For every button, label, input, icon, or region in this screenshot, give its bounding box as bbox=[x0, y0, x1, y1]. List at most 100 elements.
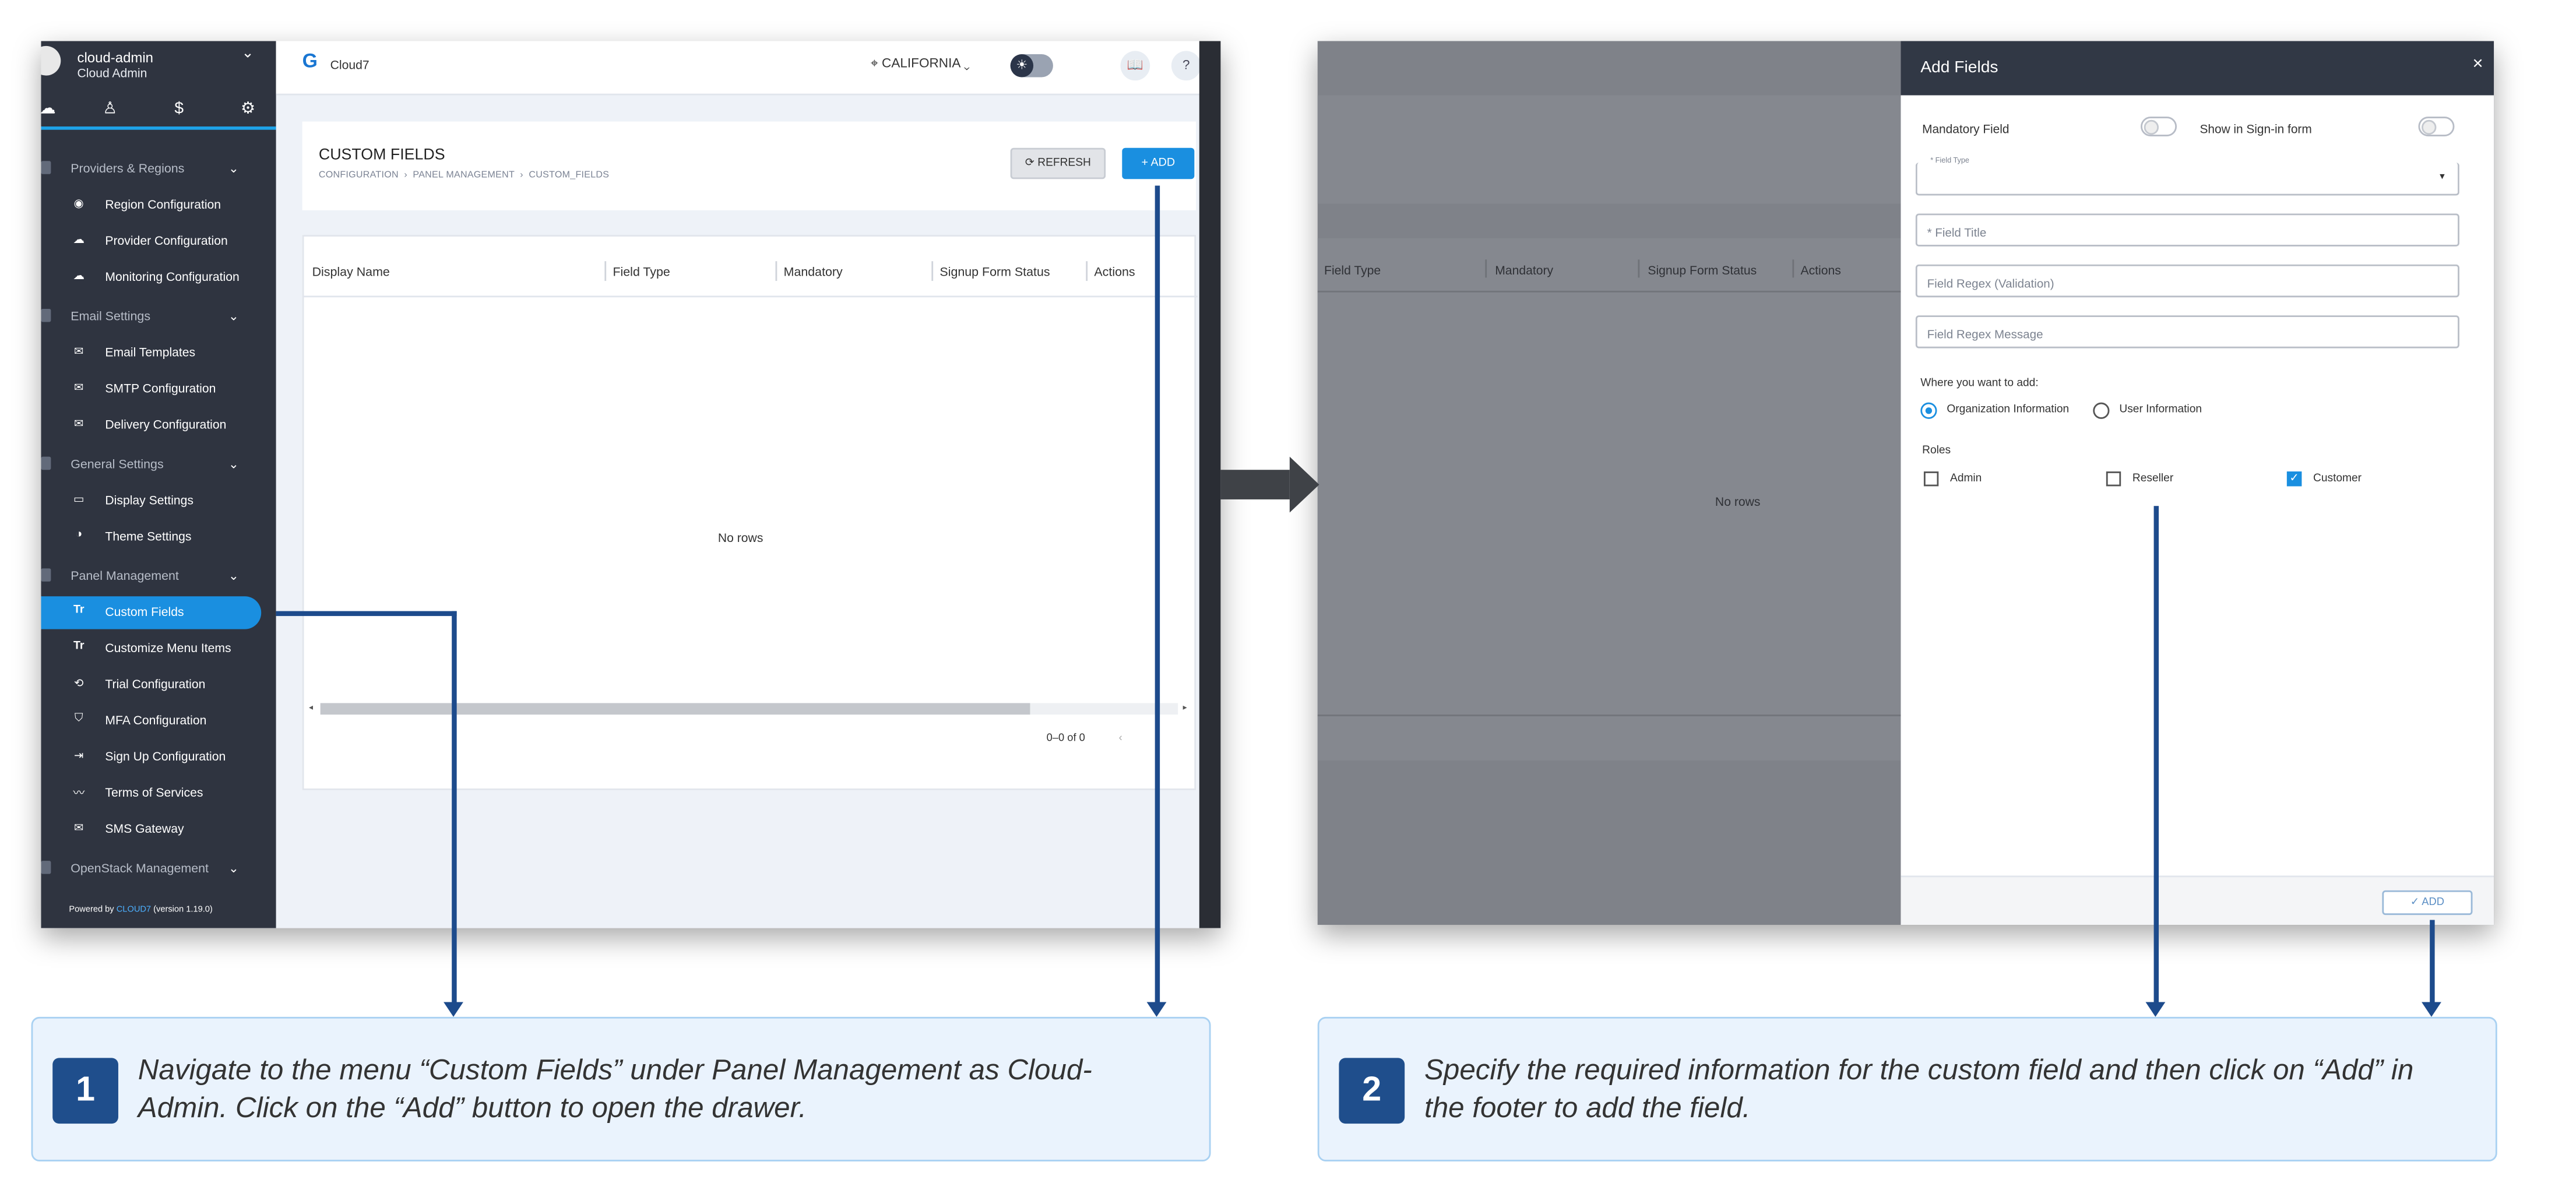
refresh-icon: ⟳ bbox=[1025, 157, 1034, 170]
sidebar-item-custom-fields[interactable]: Custom Fields bbox=[105, 604, 184, 619]
column-header[interactable]: Signup Form Status bbox=[939, 265, 1050, 279]
column-separator[interactable] bbox=[1086, 261, 1088, 281]
toggle-knob bbox=[2144, 119, 2159, 135]
connector-arrowhead bbox=[444, 1002, 463, 1017]
column-header[interactable]: Display Name bbox=[312, 265, 390, 279]
column-separator[interactable] bbox=[775, 261, 777, 281]
breadcrumb-item: CUSTOM_FIELDS bbox=[529, 171, 610, 181]
text-field-icon: Tr bbox=[73, 604, 85, 617]
sidebar-group-openstack-management[interactable]: OpenStack Management ⌄ bbox=[71, 861, 239, 875]
group-icon bbox=[41, 308, 51, 322]
empty-state: No rows bbox=[717, 530, 763, 545]
column-header: Actions bbox=[1800, 263, 1841, 278]
horizontal-scrollbar[interactable] bbox=[320, 703, 1178, 715]
user-name: cloud-admin bbox=[77, 49, 154, 66]
footer-brand[interactable]: CLOUD7 bbox=[117, 905, 151, 915]
step-number: 2 bbox=[1339, 1058, 1405, 1124]
column-header[interactable]: Field Type bbox=[613, 265, 670, 279]
breadcrumb-item[interactable]: PANEL MANAGEMENT bbox=[413, 171, 514, 181]
sidebar-item-delivery-configuration[interactable]: Delivery Configuration bbox=[105, 417, 226, 432]
docs-icon[interactable]: 📖 bbox=[1120, 51, 1150, 81]
dimmed-footer bbox=[1317, 714, 1901, 761]
sidebar-group-general-settings[interactable]: General Settings ⌄ bbox=[71, 457, 239, 471]
page-header-card: CUSTOM FIELDS CONFIGURATION › PANEL MANA… bbox=[302, 121, 1196, 210]
group-label: Panel Management bbox=[71, 568, 179, 583]
help-icon[interactable]: ? bbox=[1171, 51, 1201, 81]
breadcrumb: CONFIGURATION › PANEL MANAGEMENT › CUSTO… bbox=[318, 171, 610, 181]
dropdown-arrow-icon: ▾ bbox=[2440, 172, 2445, 182]
dollar-icon[interactable]: $ bbox=[168, 98, 191, 121]
shield-icon: ⛉ bbox=[74, 713, 83, 725]
add-button[interactable]: + ADD bbox=[1122, 147, 1195, 179]
mail-icon: ✉ bbox=[74, 346, 84, 358]
toggle-knob bbox=[2422, 119, 2437, 135]
checkbox-customer[interactable]: ✓ bbox=[2286, 471, 2302, 487]
scroll-right-icon[interactable]: ▸ bbox=[1183, 703, 1187, 713]
connector-arrowhead bbox=[2422, 1002, 2441, 1017]
scrollbar-thumb[interactable] bbox=[320, 703, 1030, 715]
sidebar-group-email-settings[interactable]: Email Settings ⌄ bbox=[71, 309, 239, 323]
sidebar-item-display-settings[interactable]: Display Settings bbox=[105, 493, 193, 508]
user-menu[interactable]: cloud-admin Cloud Admin ⌄ bbox=[41, 41, 276, 90]
connector-line bbox=[1155, 185, 1160, 1002]
gear-icon[interactable]: ⚙ bbox=[237, 98, 259, 121]
dimmed-header bbox=[1317, 95, 1901, 204]
drawer-add-button[interactable]: ✓ ADD bbox=[2382, 890, 2473, 916]
field-title-input[interactable]: * Field Title bbox=[1915, 213, 2459, 247]
breadcrumb-item[interactable]: CONFIGURATION bbox=[319, 171, 399, 181]
checkbox-reseller[interactable] bbox=[2106, 471, 2121, 487]
sidebar-item-mfa-configuration[interactable]: MFA Configuration bbox=[105, 713, 206, 727]
sidebar-item-trial-configuration[interactable]: Trial Configuration bbox=[105, 677, 205, 691]
cloud7-logo-icon[interactable]: G bbox=[302, 50, 318, 72]
sidebar-item-sms-gateway[interactable]: SMS Gateway bbox=[105, 821, 184, 836]
sidebar-item-provider-configuration[interactable]: Provider Configuration bbox=[105, 233, 227, 248]
theme-toggle[interactable]: ☀ bbox=[1010, 54, 1053, 78]
radio-user-information[interactable] bbox=[2093, 402, 2110, 419]
radio-organization-information[interactable] bbox=[1920, 402, 1937, 419]
sidebar-group-panel-management[interactable]: Panel Management ⌄ bbox=[71, 568, 239, 583]
connector-line bbox=[2153, 506, 2159, 1002]
roles-label: Roles bbox=[1922, 445, 1951, 457]
text-field-icon: Tr bbox=[73, 640, 85, 653]
sidebar-group-providers[interactable]: Providers & Regions ⌄ bbox=[71, 161, 239, 175]
prev-page-icon[interactable]: ‹ bbox=[1119, 733, 1122, 744]
user-icon[interactable]: ♙ bbox=[98, 98, 121, 121]
refresh-button[interactable]: ⟳ REFRESH bbox=[1010, 147, 1106, 179]
checkbox-admin[interactable] bbox=[1923, 471, 1939, 487]
header-divider bbox=[304, 295, 1198, 298]
chevron-down-icon[interactable]: ⌄ bbox=[241, 44, 254, 62]
login-icon: ⇥ bbox=[74, 751, 84, 762]
field-type-select[interactable]: * Field Type ▾ bbox=[1915, 156, 2459, 196]
show-in-signin-toggle[interactable] bbox=[2418, 117, 2455, 136]
column-header[interactable]: Actions bbox=[1094, 265, 1135, 279]
column-separator[interactable] bbox=[604, 261, 607, 281]
region-selector[interactable]: ⌖ CALIFORNIA ⌄ bbox=[871, 56, 970, 72]
avatar bbox=[41, 45, 61, 76]
close-icon[interactable]: × bbox=[2472, 54, 2483, 74]
checkbox-label: Admin bbox=[1950, 473, 1982, 485]
field-regex-message-input[interactable]: Field Regex Message bbox=[1915, 315, 2459, 348]
sidebar-item-monitoring-configuration[interactable]: Monitoring Configuration bbox=[105, 269, 239, 284]
drawer-add-label: ADD bbox=[2422, 897, 2444, 909]
sidebar-item-theme-settings[interactable]: Theme Settings bbox=[105, 529, 191, 544]
sidebar-item-terms-of-services[interactable]: Terms of Services bbox=[105, 785, 203, 800]
mandatory-field-toggle[interactable] bbox=[2141, 117, 2177, 136]
screenshot-custom-fields-page: cloud-admin Cloud Admin ⌄ ☁ ♙ $ ⚙ Provid… bbox=[41, 41, 1221, 928]
group-icon bbox=[41, 861, 51, 874]
column-header: Signup Form Status bbox=[1648, 263, 1757, 278]
empty-state: No rows bbox=[1715, 494, 1761, 509]
column-separator[interactable] bbox=[931, 261, 934, 281]
sidebar-item-region-configuration[interactable]: Region Configuration bbox=[105, 197, 221, 212]
custom-fields-table: Display Name Field Type Mandatory Signup… bbox=[302, 235, 1198, 790]
scroll-left-icon[interactable]: ◂ bbox=[309, 703, 313, 713]
add-fields-drawer: Add Fields × Mandatory Field Show in Sig… bbox=[1901, 41, 2494, 925]
theme-icon: ◑ bbox=[75, 529, 83, 541]
sidebar-item-email-templates[interactable]: Email Templates bbox=[105, 345, 195, 360]
screenshot-add-fields-drawer: Field Type Mandatory Signup Form Status … bbox=[1317, 41, 2494, 925]
sidebar-item-customize-menu-items[interactable]: Customize Menu Items bbox=[105, 640, 231, 655]
sidebar-item-sign-up-configuration[interactable]: Sign Up Configuration bbox=[105, 749, 226, 763]
column-header[interactable]: Mandatory bbox=[784, 265, 843, 279]
sidebar-item-smtp-configuration[interactable]: SMTP Configuration bbox=[105, 381, 216, 396]
field-regex-input[interactable]: Field Regex (Validation) bbox=[1915, 264, 2459, 298]
cloud-icon[interactable]: ☁ bbox=[41, 98, 59, 121]
